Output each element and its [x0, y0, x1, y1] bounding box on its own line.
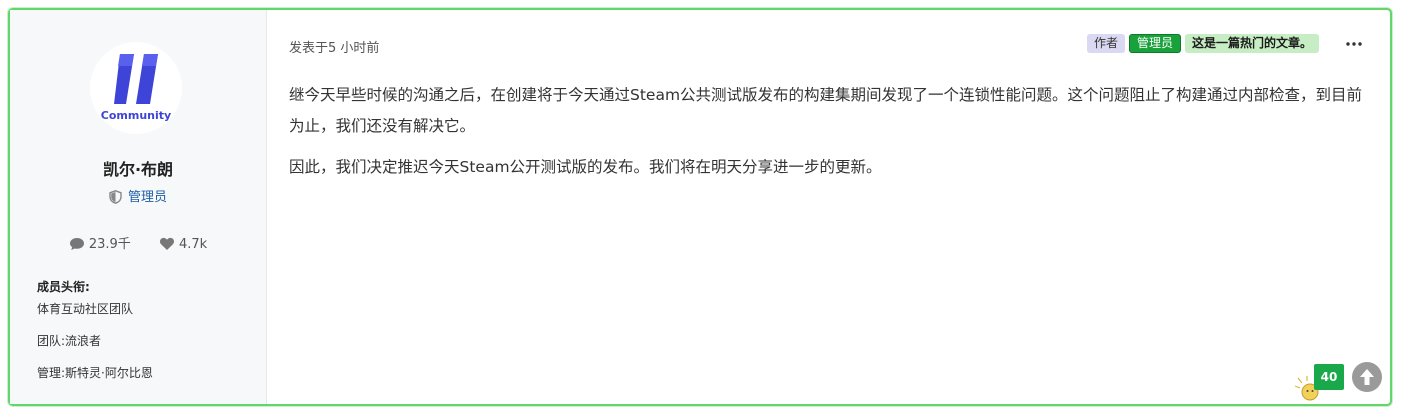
scroll-top-button[interactable]	[1352, 362, 1382, 392]
post-paragraph: 因此，我们决定推迟今天Steam公开测试版的发布。我们将在明天分享进一步的更新。	[289, 158, 882, 176]
author-badge: 作者	[1086, 34, 1125, 53]
member-title-squad: 团队:流浪者	[37, 334, 102, 348]
post-badges: 作者 管理员 这是一篇热门的文章。	[1086, 34, 1319, 53]
hot-post-badge: 这是一篇热门的文章。	[1184, 34, 1319, 53]
more-options-icon	[1346, 42, 1362, 46]
like-count: 4.7k	[159, 237, 207, 252]
comment-count: 23.9千	[69, 233, 131, 252]
avatar[interactable]: Community	[90, 42, 182, 134]
heart-icon	[159, 237, 174, 250]
author-role-label: 管理员	[127, 190, 167, 205]
community-logo-text: Community	[100, 109, 172, 122]
like-count-value: 4.7k	[178, 237, 208, 252]
post-timestamp[interactable]: 发表于5 小时前	[289, 37, 379, 56]
author-role: 管理员	[10, 186, 266, 205]
vote-count[interactable]: 40	[1314, 364, 1344, 390]
comment-icon	[69, 238, 84, 250]
post-main: 发表于5 小时前 作者 管理员 这是一篇热门的文章。 继今天早些时候的沟通之后，…	[267, 10, 1390, 404]
admin-badge: 管理员	[1128, 34, 1181, 53]
post-content: 继今天早些时候的沟通之后，在创建将于今天通过Steam公共测试版发布的构建集期间…	[289, 80, 1369, 193]
author-sidebar: Community 凯尔·布朗 管理员 23.9千 4.7k 成员头衔: 体育互…	[10, 10, 267, 404]
forum-post: Community 凯尔·布朗 管理员 23.9千 4.7k 成员头衔: 体育互…	[8, 8, 1392, 406]
member-title-management: 管理:斯特灵·阿尔比恩	[37, 366, 153, 380]
author-stats: 23.9千 4.7k	[10, 233, 266, 252]
community-logo-icon	[114, 54, 158, 104]
comment-count-value: 23.9千	[88, 237, 131, 252]
author-name[interactable]: 凯尔·布朗	[10, 156, 266, 180]
member-title-team: 体育互动社区团队	[37, 302, 134, 316]
shield-icon	[109, 190, 122, 204]
scroll-top-icon	[1360, 369, 1374, 385]
post-paragraph: 继今天早些时候的沟通之后，在创建将于今天通过Steam公共测试版发布的构建集期间…	[289, 86, 1363, 135]
more-options-button[interactable]	[1344, 34, 1364, 54]
member-title-label: 成员头衔:	[37, 280, 90, 294]
